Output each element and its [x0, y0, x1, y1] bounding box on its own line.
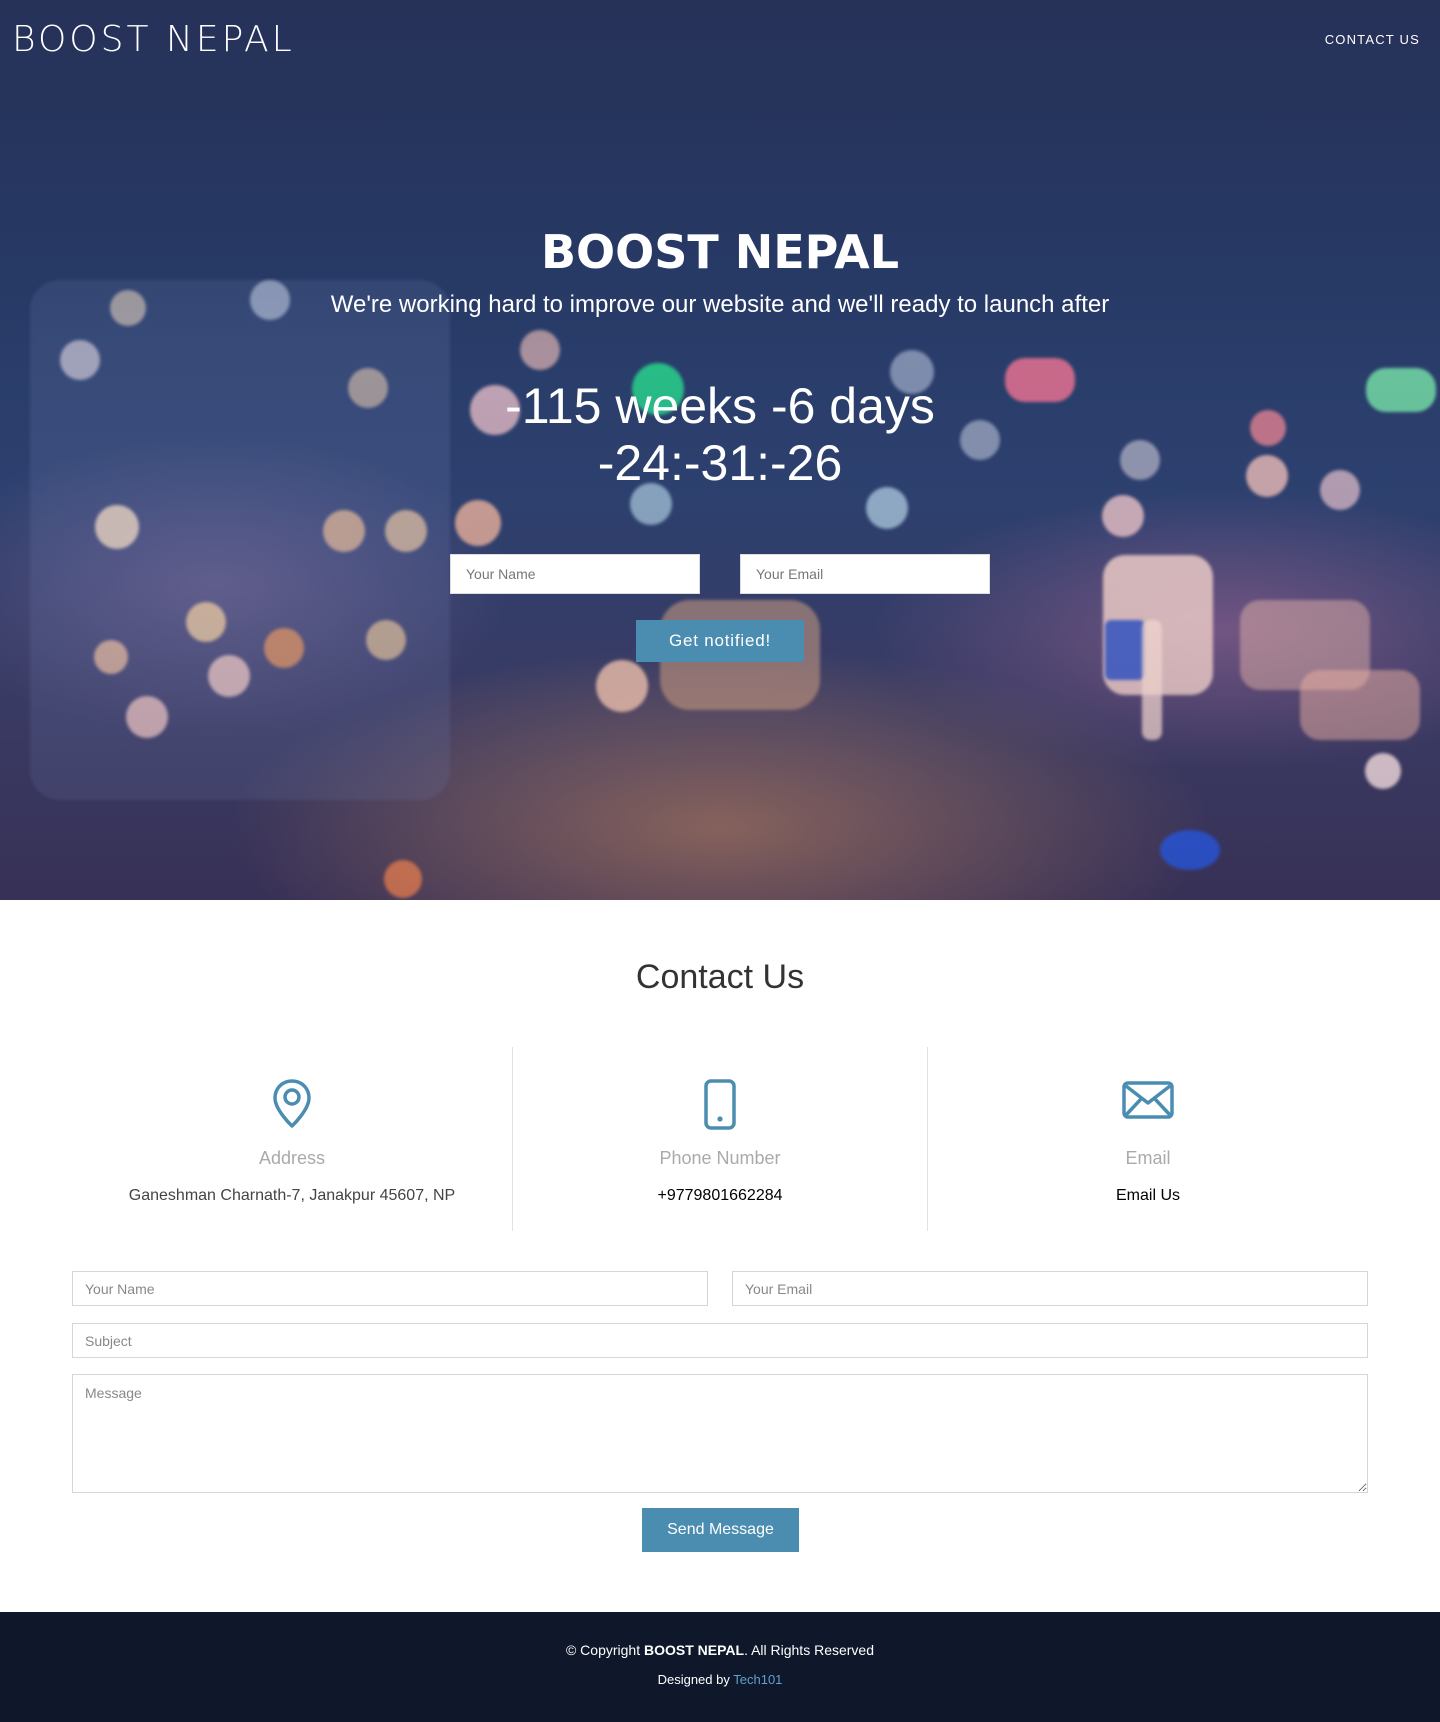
contact-section: Contact Us Address Ganeshman Charnath-7,… — [0, 900, 1440, 1612]
contact-email-input[interactable] — [732, 1271, 1368, 1306]
hero-section: BOOST NEPAL CONTACT US BOOST NEPAL We're… — [0, 0, 1440, 900]
envelope-icon — [1122, 1079, 1174, 1125]
footer: © Copyright BOOST NEPAL. All Rights Rese… — [0, 1612, 1440, 1722]
phone-icon — [703, 1079, 737, 1135]
copyright-brand: BOOST NEPAL — [643, 1642, 745, 1658]
email-label: Email — [1125, 1148, 1171, 1168]
phone-label: Phone Number — [659, 1148, 781, 1168]
address-label: Address — [258, 1148, 326, 1168]
nav-contact-us-link[interactable]: CONTACT US — [1325, 32, 1420, 47]
designer-link[interactable]: Tech101 — [733, 1672, 782, 1687]
send-message-button[interactable]: Send Message — [642, 1508, 799, 1552]
countdown-weeks-days: -115 weeks -6 days — [505, 378, 935, 434]
notify-name-input[interactable] — [450, 554, 700, 594]
countdown-time: -24:-31:-26 — [597, 435, 843, 491]
contact-message-textarea[interactable] — [72, 1374, 1368, 1493]
email-us-link[interactable]: Email Us — [928, 1187, 1368, 1205]
address-box: Address Ganeshman Charnath-7, Janakpur 4… — [72, 1047, 513, 1231]
navbar: BOOST NEPAL CONTACT US — [0, 0, 1440, 78]
get-notified-button[interactable]: Get notified! — [636, 620, 804, 662]
hero-title: BOOST NEPAL — [540, 225, 900, 279]
contact-name-input[interactable] — [72, 1271, 708, 1306]
contact-subject-input[interactable] — [72, 1323, 1368, 1358]
hero-subtitle: We're working hard to improve our websit… — [330, 291, 1110, 318]
designed-by-text: Designed by Tech101 — [657, 1672, 783, 1687]
notify-form — [0, 554, 1440, 594]
countdown-timer: -115 weeks -6 days -24:-31:-26 — [0, 378, 1440, 492]
address-value: Ganeshman Charnath-7, Janakpur 45607, NP — [128, 1187, 456, 1204]
phone-value[interactable]: +9779801662284 — [513, 1187, 927, 1205]
copyright-text: © Copyright BOOST NEPAL. All Rights Rese… — [565, 1642, 875, 1658]
phone-box: Phone Number +9779801662284 — [513, 1047, 928, 1231]
contact-title: Contact Us — [635, 958, 805, 996]
contact-info-row: Address Ganeshman Charnath-7, Janakpur 4… — [72, 1047, 1368, 1231]
notify-email-input[interactable] — [740, 554, 990, 594]
map-pin-icon — [272, 1079, 312, 1133]
brand-logo[interactable]: BOOST NEPAL — [12, 19, 295, 60]
email-box: Email Email Us — [928, 1047, 1368, 1231]
